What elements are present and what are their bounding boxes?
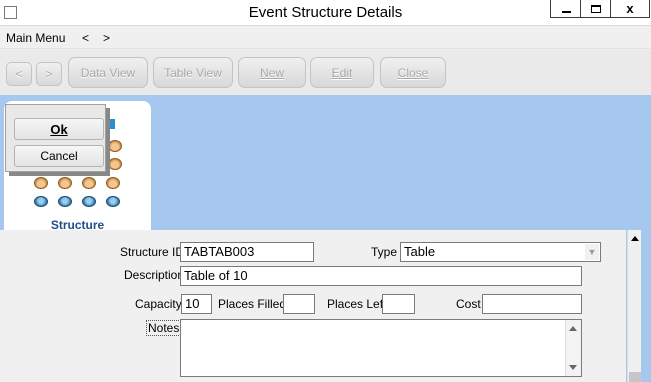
structure-id-field[interactable]: TABTAB003 [180, 242, 314, 262]
next-record-button[interactable]: > [36, 62, 62, 86]
places-filled-field[interactable] [283, 294, 315, 314]
minimize-icon [561, 11, 571, 13]
notes-label: Notes [146, 320, 182, 336]
places-left-field[interactable] [382, 294, 415, 314]
ok-button[interactable]: Ok [14, 118, 104, 140]
confirm-popup: Ok Cancel [5, 104, 106, 172]
table-seat-icon [58, 196, 72, 207]
capacity-field[interactable]: 10 [181, 294, 212, 314]
menu-back-item[interactable]: < [82, 31, 89, 45]
table-seat-icon [106, 196, 120, 207]
chevron-right-icon: > [45, 67, 53, 81]
ok-label: Ok [50, 121, 68, 137]
edit-label: Edit [331, 65, 353, 80]
type-select[interactable]: Table ▼ [400, 242, 601, 262]
data-view-label: Data View [80, 65, 136, 80]
description-field[interactable]: Table of 10 [180, 266, 582, 286]
maximize-button[interactable] [580, 0, 612, 18]
chevron-down-icon[interactable]: ▼ [585, 244, 599, 260]
cancel-button[interactable]: Cancel [14, 145, 104, 167]
close-window-button[interactable]: x [610, 0, 650, 18]
table-seat-icon [34, 196, 48, 207]
menu-forward-item[interactable]: > [103, 31, 110, 45]
notes-textarea[interactable] [180, 319, 582, 377]
minimize-button[interactable] [550, 0, 582, 18]
type-select-value: Table [404, 244, 436, 259]
person-icon [106, 177, 120, 189]
person-icon [58, 177, 72, 189]
maximize-icon [591, 4, 601, 13]
table-seat-icon [82, 196, 96, 207]
data-view-button[interactable]: Data View [68, 57, 148, 88]
cost-field[interactable] [482, 294, 582, 314]
places-filled-label: Places Filled [218, 297, 287, 311]
person-icon [82, 177, 96, 189]
notes-scrollbar[interactable] [565, 320, 581, 376]
person-icon [108, 140, 122, 152]
scroll-down-icon[interactable] [569, 365, 577, 370]
scroll-up-icon[interactable] [569, 326, 577, 331]
chevron-left-icon: < [15, 67, 23, 81]
description-label: Description [124, 268, 185, 282]
new-label: New [259, 65, 284, 80]
places-left-label: Places Left [327, 297, 387, 311]
structure-id-label: Structure ID [120, 245, 185, 259]
toolbar: < > Data View Table View New Edit Close [0, 50, 651, 95]
person-icon [108, 158, 122, 170]
menu-bar: Main Menu < > [0, 27, 651, 49]
table-view-label: Table View [164, 65, 222, 80]
cancel-label: Cancel [40, 149, 78, 163]
main-menu-item[interactable]: Main Menu [6, 31, 65, 45]
structure-form: Structure ID TABTAB003 Type Table ▼ Desc… [0, 230, 626, 382]
table-view-button[interactable]: Table View [153, 57, 233, 88]
person-icon [34, 177, 48, 189]
scrollbar-thumb[interactable] [629, 372, 641, 382]
cost-label: Cost [456, 297, 481, 311]
form-scrollbar[interactable] [627, 230, 641, 382]
edit-button[interactable]: Edit [310, 57, 374, 88]
type-label: Type [371, 245, 398, 259]
scroll-up-icon[interactable] [631, 236, 639, 241]
title-bar: Event Structure Details x [0, 0, 651, 26]
close-icon: x [626, 1, 634, 16]
close-button[interactable]: Close [380, 57, 446, 88]
capacity-label: Capacity [135, 297, 182, 311]
previous-record-button[interactable]: < [6, 62, 32, 86]
close-label: Close [397, 65, 429, 80]
tab-marker [109, 119, 115, 129]
new-button[interactable]: New [238, 57, 306, 88]
